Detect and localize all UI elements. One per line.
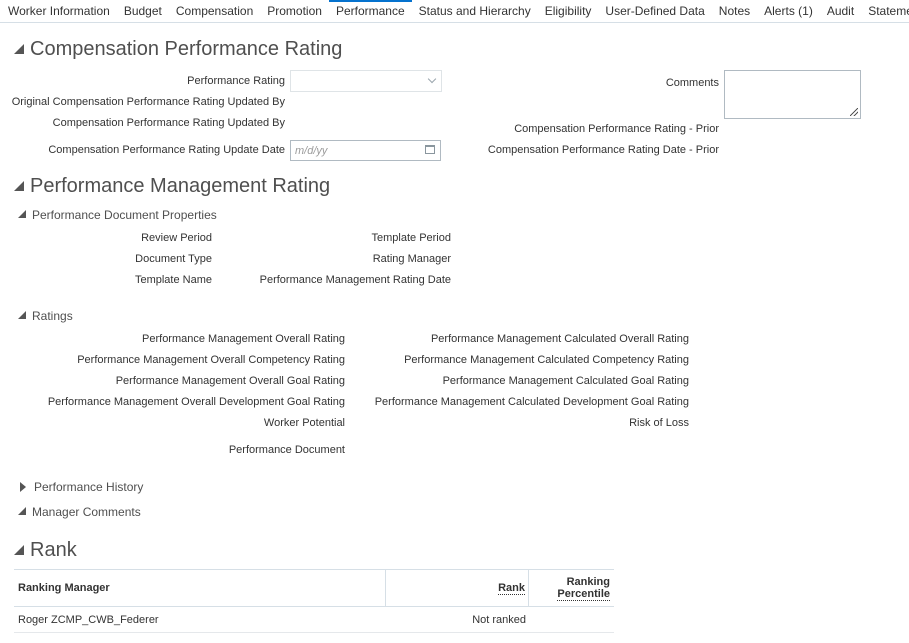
column-header-ranking-percentile[interactable]: Ranking Percentile — [529, 570, 614, 606]
doc-props-header[interactable]: Performance Document Properties — [18, 208, 217, 222]
percentile-header-line1: Ranking — [566, 575, 610, 588]
calendar-icon[interactable] — [425, 145, 435, 154]
rank-table-header: Ranking Manager Rank Ranking Percentile — [14, 570, 614, 607]
performance-rating-select[interactable] — [290, 70, 442, 92]
column-header-rank[interactable]: Rank — [386, 570, 529, 606]
rating-date-label: Performance Management Rating Date — [259, 274, 451, 286]
rating-prior-label: Compensation Performance Rating - Prior — [514, 123, 719, 135]
updated-by-label: Compensation Performance Rating Updated … — [52, 117, 285, 129]
tab-notes[interactable]: Notes — [712, 0, 757, 22]
tab-performance[interactable]: Performance — [328, 0, 412, 22]
tab-audit[interactable]: Audit — [820, 0, 861, 22]
collapse-icon[interactable] — [18, 507, 26, 515]
tab-bar: Worker Information Budget Compensation P… — [0, 0, 909, 23]
performance-rating-label: Performance Rating — [187, 75, 285, 87]
rank-cell: Not ranked — [472, 613, 526, 626]
calc-development-label: Performance Management Calculated Develo… — [374, 396, 689, 408]
overall-development-label: Performance Management Overall Developme… — [47, 396, 345, 408]
resize-handle-icon[interactable] — [850, 108, 858, 116]
tab-compensation[interactable]: Compensation — [169, 0, 260, 22]
table-row[interactable]: Roger ZCMP_CWB_Federer Not ranked — [14, 607, 614, 633]
overall-competency-label: Performance Management Overall Competenc… — [77, 354, 345, 366]
collapse-icon[interactable] — [18, 311, 26, 319]
tab-budget[interactable]: Budget — [117, 0, 169, 22]
rank-header-label: Rank — [498, 581, 525, 595]
manager-comments-title: Manager Comments — [32, 505, 141, 519]
comp-perf-title: Compensation Performance Rating — [30, 38, 343, 60]
collapse-icon[interactable] — [14, 544, 24, 555]
risk-of-loss-label: Risk of Loss — [629, 417, 689, 429]
calc-goal-label: Performance Management Calculated Goal R… — [442, 375, 689, 387]
update-date-placeholder: m/d/yy — [295, 145, 328, 157]
ranking-manager-cell: Roger ZCMP_CWB_Federer — [18, 613, 159, 626]
rank-table: Ranking Manager Rank Ranking Percentile … — [14, 569, 614, 633]
comp-perf-section-header[interactable]: Compensation Performance Rating — [14, 38, 342, 61]
rating-date-prior-label: Compensation Performance Rating Date - P… — [487, 144, 719, 156]
update-date-input[interactable]: m/d/yy — [290, 140, 441, 161]
collapse-icon[interactable] — [14, 43, 24, 54]
ratings-header[interactable]: Ratings — [18, 309, 73, 323]
template-period-label: Template Period — [371, 232, 452, 244]
percentile-header-line2: Percentile — [557, 587, 610, 601]
tab-alerts[interactable]: Alerts (1) — [757, 0, 820, 22]
chevron-down-icon[interactable] — [427, 74, 437, 84]
performance-history-title: Performance History — [34, 480, 144, 494]
worker-potential-label: Worker Potential — [263, 417, 345, 429]
doc-props-title: Performance Document Properties — [32, 208, 217, 222]
template-name-label: Template Name — [134, 274, 212, 286]
tab-status-and-hierarchy[interactable]: Status and Hierarchy — [412, 0, 538, 22]
document-type-label: Document Type — [135, 253, 212, 265]
column-header-ranking-manager[interactable]: Ranking Manager — [14, 570, 386, 606]
overall-goal-label: Performance Management Overall Goal Rati… — [115, 375, 345, 387]
performance-document-label: Performance Document — [228, 444, 345, 456]
tab-user-defined-data[interactable]: User-Defined Data — [598, 0, 711, 22]
tab-eligibility[interactable]: Eligibility — [538, 0, 599, 22]
perf-mgmt-title: Performance Management Rating — [30, 175, 331, 197]
collapse-icon[interactable] — [14, 180, 24, 191]
rank-title: Rank — [30, 539, 77, 561]
original-updated-by-label: Original Compensation Performance Rating… — [11, 96, 285, 108]
performance-page: Worker Information Budget Compensation P… — [0, 0, 909, 643]
rank-section-header[interactable]: Rank — [14, 539, 77, 562]
tab-statement[interactable]: Statement — [861, 0, 909, 22]
comments-label: Comments — [665, 77, 719, 89]
review-period-label: Review Period — [141, 232, 212, 244]
collapse-icon[interactable] — [18, 210, 26, 218]
calc-overall-label: Performance Management Calculated Overal… — [430, 333, 689, 345]
perf-mgmt-section-header[interactable]: Performance Management Rating — [14, 175, 330, 198]
ratings-title: Ratings — [32, 309, 73, 323]
tab-promotion[interactable]: Promotion — [260, 0, 329, 22]
update-date-label: Compensation Performance Rating Update D… — [48, 144, 285, 156]
comments-textarea[interactable] — [724, 70, 861, 119]
overall-rating-label: Performance Management Overall Rating — [142, 333, 345, 345]
rating-manager-label: Rating Manager — [372, 253, 451, 265]
tab-worker-information[interactable]: Worker Information — [0, 0, 117, 22]
performance-history-header[interactable]: Performance History — [18, 480, 143, 494]
manager-comments-header[interactable]: Manager Comments — [18, 505, 141, 519]
calc-competency-label: Performance Management Calculated Compet… — [404, 354, 689, 366]
expand-icon[interactable] — [20, 482, 26, 492]
